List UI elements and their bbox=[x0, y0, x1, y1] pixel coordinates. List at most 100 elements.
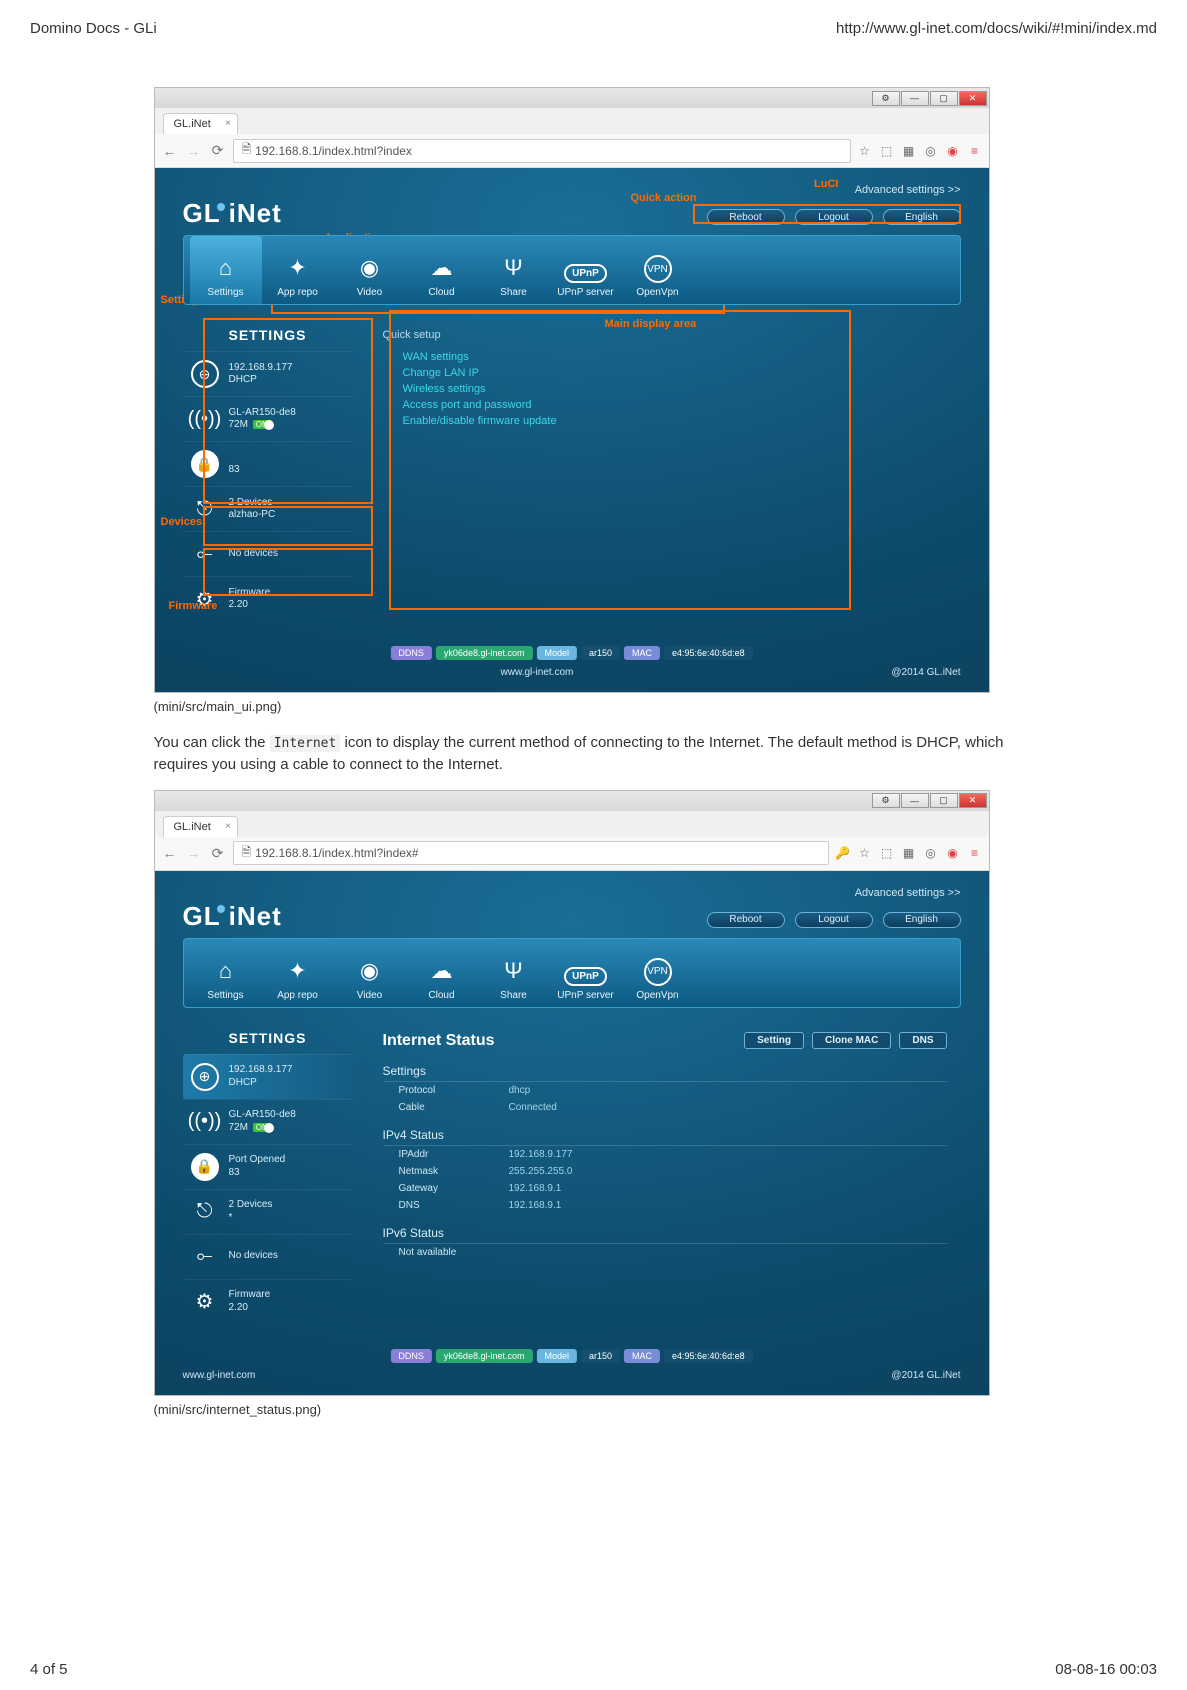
sidebar-item-usb[interactable]: ⟜ No devices bbox=[183, 531, 353, 576]
vpn-icon: VPN bbox=[644, 255, 672, 283]
nav-upnp[interactable]: UPnP UPnP server bbox=[550, 939, 622, 1007]
nav-apprepo[interactable]: ✦ App repo bbox=[262, 939, 334, 1007]
window-close-icon: ✕ bbox=[959, 91, 987, 106]
address-bar: 🗎 192.168.8.1/index.html?index# bbox=[233, 841, 829, 865]
upnp-icon: UPnP bbox=[564, 967, 607, 986]
print-url: http://www.gl-inet.com/docs/wiki/#!mini/… bbox=[836, 20, 1157, 37]
share-icon: Ψ bbox=[499, 253, 529, 283]
wifi-icon: ((•)) bbox=[191, 1108, 219, 1136]
star-icon: ☆ bbox=[857, 846, 873, 860]
gear-icon: ⚙ bbox=[191, 1288, 219, 1316]
nav-share[interactable]: Ψ Share bbox=[478, 939, 550, 1007]
footer-copyright: @2014 GL.iNet bbox=[891, 1370, 960, 1381]
footer-site[interactable]: www.gl-inet.com bbox=[183, 1370, 256, 1381]
quicklink-fwupdate[interactable]: Enable/disable firmware update bbox=[383, 413, 947, 429]
nav-share[interactable]: Ψ Share bbox=[478, 236, 550, 304]
btn-clonemac[interactable]: Clone MAC bbox=[812, 1032, 891, 1049]
reload-icon: ⟳ bbox=[209, 142, 227, 159]
sidebar-item-wifi[interactable]: ((•)) GL-AR150-de872M ON bbox=[183, 1099, 353, 1144]
page-date: 08-08-16 00:03 bbox=[1055, 1661, 1157, 1678]
sidebar-item-port[interactable]: 🔒 Port Opened83 bbox=[183, 1144, 353, 1189]
paragraph: You can click the Internet icon to displ… bbox=[154, 732, 1034, 776]
sidebar-item-port[interactable]: 🔒 83 bbox=[183, 441, 353, 486]
nav-vpn[interactable]: VPN OpenVpn bbox=[622, 236, 694, 304]
annot-luci: LuCI bbox=[814, 178, 838, 190]
advanced-settings-link[interactable]: Advanced settings >> bbox=[183, 881, 961, 901]
menu-icon: ≡ bbox=[967, 144, 983, 158]
sidebar-item-firmware[interactable]: ⚙ Firmware2.20 bbox=[183, 1279, 353, 1324]
sidebar-item-firmware[interactable]: ⚙ Firmware2.20 bbox=[183, 576, 353, 621]
screenshot-internet-status: ⚙ — ▢ ✕ GL.iNet× ← → ⟳ 🗎 192.168.8.1/ind… bbox=[154, 790, 990, 1396]
nav-video[interactable]: ◉ Video bbox=[334, 939, 406, 1007]
reboot-button[interactable]: Reboot bbox=[707, 209, 785, 225]
quicklink-wireless[interactable]: Wireless settings bbox=[383, 381, 947, 397]
forward-icon: → bbox=[185, 845, 203, 861]
badge-ddns-label: DDNS bbox=[390, 1349, 432, 1363]
browser-tab: GL.iNet× bbox=[163, 816, 238, 837]
globe-icon: ⊕ bbox=[191, 360, 219, 388]
btn-dns[interactable]: DNS bbox=[899, 1032, 946, 1049]
sidebar-item-internet[interactable]: ⊕ 192.168.9.177DHCP bbox=[183, 351, 353, 396]
cloud-icon: ☁ bbox=[427, 956, 457, 986]
annot-devices: Devices bbox=[161, 516, 203, 528]
nav-upnp[interactable]: UPnP UPnP server bbox=[550, 236, 622, 304]
page-number: 4 of 5 bbox=[30, 1661, 68, 1678]
nav-cloud[interactable]: ☁ Cloud bbox=[406, 236, 478, 304]
logo: GLiNet bbox=[183, 198, 282, 229]
usb-icon: ⟜ bbox=[191, 540, 219, 568]
usb-icon: ⟜ bbox=[191, 1243, 219, 1271]
badge-mac-value: e4:95:6e:40:6d:e8 bbox=[664, 1349, 753, 1363]
ublock-icon: ◉ bbox=[945, 144, 961, 158]
puzzle-icon: ⬚ bbox=[879, 144, 895, 158]
lock-icon: 🔒 bbox=[191, 450, 219, 478]
compass-icon: ✦ bbox=[283, 253, 313, 283]
sidebar-item-clients[interactable]: ⎋ 2 Devicesalzhao-PC bbox=[183, 486, 353, 531]
vpn-icon: VPN bbox=[644, 958, 672, 986]
sidebar-item-clients[interactable]: ⎋ 2 Devices* bbox=[183, 1189, 353, 1234]
annot-firmware: Firmware bbox=[169, 600, 218, 612]
nav-settings[interactable]: ⌂ Settings bbox=[190, 939, 262, 1007]
screenshot-main-ui: ⚙ — ▢ ✕ GL.iNet× ← → ⟳ 🗎 192.168.8.1/ind… bbox=[154, 87, 990, 693]
quicklink-access[interactable]: Access port and password bbox=[383, 397, 947, 413]
badge-model-label: Model bbox=[536, 646, 577, 660]
network-icon: ⎋ bbox=[191, 1198, 219, 1226]
advanced-settings-link[interactable]: Advanced settings >> bbox=[183, 178, 961, 198]
wifi-icon: ((•)) bbox=[191, 405, 219, 433]
nav-settings[interactable]: ⌂ Settings bbox=[190, 236, 262, 304]
reboot-button[interactable]: Reboot bbox=[707, 912, 785, 928]
forward-icon: → bbox=[185, 143, 203, 159]
back-icon: ← bbox=[161, 143, 179, 159]
close-icon: × bbox=[225, 821, 231, 832]
quicklink-wan[interactable]: WAN settings bbox=[383, 349, 947, 365]
globe-icon: ⊕ bbox=[191, 1063, 219, 1091]
quicklink-lanip[interactable]: Change LAN IP bbox=[383, 365, 947, 381]
nav-cloud[interactable]: ☁ Cloud bbox=[406, 939, 478, 1007]
sidebar-item-wifi[interactable]: ((•)) GL-AR150-de872M ON bbox=[183, 396, 353, 441]
badge-mac-value: e4:95:6e:40:6d:e8 bbox=[664, 646, 753, 660]
ublock-icon: ◉ bbox=[945, 846, 961, 860]
badge-model-value: ar150 bbox=[581, 646, 620, 660]
caption-2: (mini/src/internet_status.png) bbox=[154, 1402, 1034, 1417]
language-button[interactable]: English bbox=[883, 209, 961, 225]
sidebar-item-usb[interactable]: ⟜ No devices bbox=[183, 1234, 353, 1279]
reload-icon: ⟳ bbox=[209, 845, 227, 862]
compass-icon: ✦ bbox=[283, 956, 313, 986]
print-title: Domino Docs - GLi bbox=[30, 20, 157, 37]
nav-video[interactable]: ◉ Video bbox=[334, 236, 406, 304]
upnp-icon: UPnP bbox=[564, 264, 607, 283]
window-settings-icon: ⚙ bbox=[872, 793, 900, 808]
sidebar-item-internet[interactable]: ⊕ 192.168.9.177DHCP bbox=[183, 1054, 353, 1099]
logout-button[interactable]: Logout bbox=[795, 912, 873, 928]
section-ipv4: IPv4 Status bbox=[383, 1122, 947, 1146]
ext2-icon: ▦ bbox=[901, 846, 917, 860]
nav-vpn[interactable]: VPN OpenVpn bbox=[622, 939, 694, 1007]
nav-apprepo[interactable]: ✦ App repo bbox=[262, 236, 334, 304]
annot-mainarea: Main display area bbox=[605, 318, 697, 330]
footer-site2[interactable]: www.gl-inet.com bbox=[501, 667, 574, 678]
btn-setting[interactable]: Setting bbox=[744, 1032, 804, 1049]
close-icon: × bbox=[225, 118, 231, 129]
logout-button[interactable]: Logout bbox=[795, 209, 873, 225]
key-icon: 🔑 bbox=[835, 846, 851, 860]
language-button[interactable]: English bbox=[883, 912, 961, 928]
annot-quickaction: Quick action bbox=[630, 192, 696, 204]
